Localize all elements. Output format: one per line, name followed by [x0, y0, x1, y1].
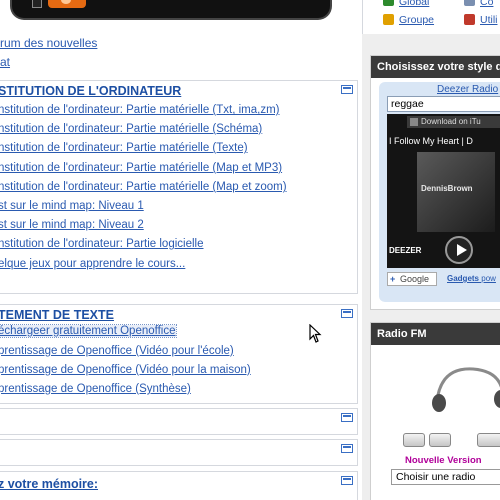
list-item[interactable]: nstitution de l'ordinateur: Partie matér… — [0, 123, 262, 135]
list-item[interactable]: elque jeux pour apprendre le cours... — [0, 258, 185, 270]
minimize-icon[interactable] — [341, 444, 353, 453]
minimize-icon[interactable] — [341, 309, 353, 318]
link-forum-news[interactable]: rum des nouvelles — [0, 36, 97, 50]
list-item[interactable]: nstitution de l'ordinateur: Partie matér… — [0, 162, 282, 174]
app-icon[interactable] — [48, 0, 86, 8]
link-group[interactable]: Groupe — [399, 14, 434, 26]
radio-player: Nouvelle Version Choisir une radio — [379, 349, 500, 487]
list-item[interactable]: st sur le mind map: Niveau 2 — [0, 219, 144, 231]
list-item[interactable]: prentissage de Openoffice (Vidéo pour la… — [0, 364, 251, 376]
new-version-label: Nouvelle Version — [405, 455, 482, 466]
panel-computer-structure: STITUTION DE L'ORDINATEUR nstitution de … — [0, 80, 358, 294]
radio-fm-panel: Radio FM Nouvelle Version Choisir une ra… — [370, 322, 500, 500]
minimize-icon[interactable] — [341, 476, 353, 485]
deezer-logo: DEEZER — [389, 246, 422, 255]
list-item[interactable]: échargeer gratuitement Openoffice — [0, 324, 177, 338]
volume-button[interactable] — [477, 433, 500, 447]
main-column: rum des nouvelles at STITUTION DE L'ORDI… — [0, 0, 360, 500]
headphones-icon — [432, 367, 500, 412]
list-item[interactable]: nstitution de l'ordinateur: Partie matér… — [0, 104, 280, 116]
music-player[interactable]: Download on iTu I Follow My Heart | D De… — [387, 114, 500, 268]
gadgets-link[interactable]: Gadgets pow — [447, 274, 496, 283]
panel-title: STITUTION DE L'ORDINATEUR — [0, 84, 182, 98]
add-to-google-button[interactable]: Google — [387, 272, 437, 286]
album-cover: DennisBrown — [417, 152, 495, 232]
list-item[interactable]: prentissage de Openoffice (Synthèse) — [0, 383, 191, 395]
style-search-input[interactable]: reggae — [387, 96, 500, 112]
group-icon — [383, 14, 394, 25]
global-icon — [383, 0, 394, 6]
panel-memory: z votre mémoire: — [0, 471, 358, 500]
deezer-panel: Choisissez votre style de Deezer Radio r… — [370, 55, 500, 310]
minimize-icon[interactable] — [341, 413, 353, 422]
panel-header: Choisissez votre style de — [371, 56, 500, 78]
panel-collapsed — [0, 408, 358, 435]
stop-button[interactable] — [429, 433, 451, 447]
sidebar-top-links: Global Co Groupe Utili — [362, 0, 500, 34]
list-item[interactable]: nstitution de l'ordinateur: Partie logic… — [0, 238, 203, 250]
minimize-icon[interactable] — [341, 85, 353, 94]
device-banner-image — [10, 0, 332, 20]
panel-title: z votre mémoire: — [0, 477, 99, 491]
link-global[interactable]: Global — [399, 0, 429, 8]
sidebar: Global Co Groupe Utili Choisissez votre … — [362, 0, 500, 500]
panel-header: Radio FM — [371, 323, 500, 345]
radio-controls — [403, 433, 500, 447]
screen-icon — [32, 0, 42, 8]
song-title: I Follow My Heart | D — [389, 136, 473, 146]
list-item[interactable]: prentissage de Openoffice (Vidéo pour l'… — [0, 345, 234, 357]
list-item[interactable]: nstitution de l'ordinateur: Partie matér… — [0, 181, 287, 193]
link-users[interactable]: Utili — [480, 14, 498, 26]
panel-collapsed — [0, 439, 358, 466]
user-icon — [464, 14, 475, 25]
link-chat[interactable]: at — [0, 55, 10, 69]
deezer-radio-link[interactable]: Deezer Radio — [437, 84, 498, 95]
play-icon[interactable] — [445, 236, 473, 264]
play-button[interactable] — [403, 433, 425, 447]
itunes-download-button[interactable]: Download on iTu — [407, 116, 500, 128]
panel-title: TEMENT DE TEXTE — [0, 308, 114, 322]
cover-text: DennisBrown — [421, 184, 473, 193]
panel-text-processing: TEMENT DE TEXTE échargeer gratuitement O… — [0, 304, 358, 404]
radio-select[interactable]: Choisir une radio — [391, 469, 500, 485]
contact-icon — [464, 0, 475, 6]
deezer-widget: Deezer Radio reggae Download on iTu I Fo… — [379, 82, 500, 302]
list-item[interactable]: nstitution de l'ordinateur: Partie matér… — [0, 142, 248, 154]
list-item[interactable]: st sur le mind map: Niveau 1 — [0, 200, 144, 212]
link-co[interactable]: Co — [480, 0, 493, 8]
